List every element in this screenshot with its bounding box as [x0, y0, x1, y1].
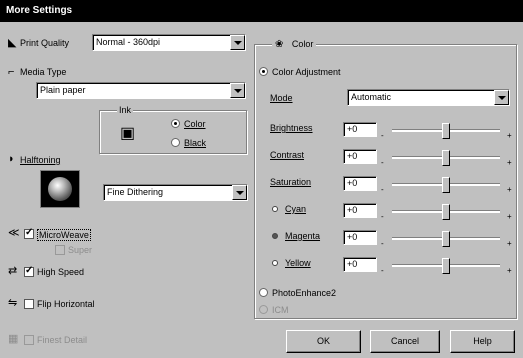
- super-checkbox[interactable]: [55, 245, 65, 255]
- slider-label-3: Cyan: [285, 204, 307, 214]
- slider-label-4: Magenta: [285, 231, 321, 241]
- ink-black-label[interactable]: Black: [184, 138, 206, 148]
- media-type-icon: ⌐: [8, 66, 15, 78]
- slider-thumb-0[interactable]: [442, 123, 450, 139]
- chevron-down-icon[interactable]: [494, 90, 509, 105]
- print-quality-label: Print Quality: [20, 38, 70, 48]
- mode-value: Automatic: [351, 92, 392, 102]
- ink-group-title: Ink: [117, 105, 134, 115]
- mode-select[interactable]: Automatic: [347, 89, 510, 106]
- slider-label-5: Yellow: [285, 258, 311, 268]
- microweave-icon: ≪: [8, 227, 20, 239]
- high-speed-label[interactable]: High Speed: [37, 267, 84, 277]
- cancel-button[interactable]: Cancel: [370, 330, 440, 353]
- flip-horizontal-label[interactable]: Flip Horizontal: [37, 299, 95, 309]
- slider-value-3: +0: [347, 205, 358, 215]
- magenta-dot-icon: [272, 233, 278, 239]
- print-quality-select[interactable]: Normal - 360dpi: [92, 34, 246, 51]
- slider-thumb-1[interactable]: [442, 150, 450, 166]
- media-type-value: Plain paper: [40, 85, 86, 95]
- halftoning-label: Halftoning: [20, 155, 61, 165]
- slider-thumb-3[interactable]: [442, 204, 450, 220]
- super-label: Super: [68, 245, 93, 255]
- slider-value-0: +0: [347, 124, 358, 134]
- photoenhance2-radio[interactable]: [259, 288, 268, 297]
- slider-value-field-4[interactable]: +0: [343, 230, 377, 245]
- ink-black-radio[interactable]: [171, 138, 180, 147]
- high-speed-checkbox[interactable]: [24, 265, 34, 277]
- slider-minus-4: -: [381, 239, 384, 248]
- media-type-label: Media Type: [20, 67, 67, 77]
- slider-value-field-0[interactable]: +0: [343, 122, 377, 137]
- chevron-down-icon[interactable]: [230, 83, 245, 98]
- color-adjustment-radio[interactable]: [259, 67, 268, 76]
- ink-cartridge-icon: ▣: [120, 125, 136, 142]
- color-group-title: ❀ Color: [272, 39, 317, 50]
- slider-minus-2: -: [381, 185, 384, 194]
- media-type-select[interactable]: Plain paper: [36, 82, 246, 99]
- high-speed-icon: ⇄: [8, 265, 18, 277]
- cyan-dot-icon: [272, 206, 278, 212]
- slider-plus-4: +: [507, 239, 512, 248]
- slider-minus-0: -: [381, 131, 384, 140]
- help-button[interactable]: Help: [450, 330, 515, 353]
- microweave-label[interactable]: MicroWeave: [37, 229, 91, 241]
- slider-value-4: +0: [347, 232, 358, 242]
- mode-label: Mode: [270, 93, 293, 103]
- ink-color-label[interactable]: Color: [184, 119, 206, 129]
- color-palette-icon: ❀: [275, 39, 284, 50]
- print-quality-icon: ◣: [8, 37, 17, 49]
- slider-value-field-2[interactable]: +0: [343, 176, 377, 191]
- halftoning-value: Fine Dithering: [107, 187, 164, 197]
- slider-value-field-3[interactable]: +0: [343, 203, 377, 218]
- finest-detail-icon: ▦: [8, 333, 19, 345]
- slider-value-2: +0: [347, 178, 358, 188]
- microweave-checkbox[interactable]: [24, 227, 34, 239]
- slider-thumb-5[interactable]: [442, 258, 450, 274]
- sphere-icon: [48, 177, 72, 201]
- flip-horizontal-checkbox[interactable]: [24, 299, 34, 309]
- halftoning-preview-image: [40, 170, 80, 208]
- slider-plus-3: +: [507, 212, 512, 221]
- flip-horizontal-icon: ⇋: [8, 297, 18, 309]
- slider-value-field-5[interactable]: +0: [343, 257, 377, 272]
- slider-plus-5: +: [507, 266, 512, 275]
- color-adjustment-label[interactable]: Color Adjustment: [272, 67, 341, 77]
- color-group-title-text: Color: [291, 39, 314, 49]
- slider-minus-5: -: [381, 266, 384, 275]
- slider-label-0: Brightness: [270, 123, 313, 133]
- slider-plus-0: +: [507, 131, 512, 140]
- finest-detail-label: Finest Detail: [37, 335, 88, 345]
- yellow-dot-icon: [272, 260, 278, 266]
- chevron-down-icon[interactable]: [230, 35, 245, 50]
- title-bar: More Settings: [0, 0, 523, 22]
- photoenhance2-label[interactable]: PhotoEnhance2: [272, 288, 336, 298]
- slider-minus-1: -: [381, 158, 384, 167]
- more-settings-dialog: More Settings ◣ Print Quality Normal - 3…: [0, 0, 523, 358]
- slider-label-1: Contrast: [270, 150, 305, 160]
- ok-button[interactable]: OK: [286, 330, 361, 353]
- halftoning-icon: ◗: [8, 153, 15, 165]
- print-quality-value: Normal - 360dpi: [96, 37, 161, 47]
- slider-value-field-1[interactable]: +0: [343, 149, 377, 164]
- ink-color-radio[interactable]: [171, 119, 180, 128]
- slider-value-1: +0: [347, 151, 358, 161]
- slider-label-2: Saturation: [270, 177, 312, 187]
- slider-thumb-4[interactable]: [442, 231, 450, 247]
- chevron-down-icon[interactable]: [232, 185, 247, 200]
- icm-radio[interactable]: [259, 305, 268, 314]
- slider-thumb-2[interactable]: [442, 177, 450, 193]
- slider-minus-3: -: [381, 212, 384, 221]
- halftoning-select[interactable]: Fine Dithering: [103, 184, 248, 201]
- icm-label: ICM: [272, 305, 289, 315]
- slider-plus-1: +: [507, 158, 512, 167]
- finest-detail-checkbox[interactable]: [24, 335, 34, 345]
- slider-value-5: +0: [347, 259, 358, 269]
- slider-plus-2: +: [507, 185, 512, 194]
